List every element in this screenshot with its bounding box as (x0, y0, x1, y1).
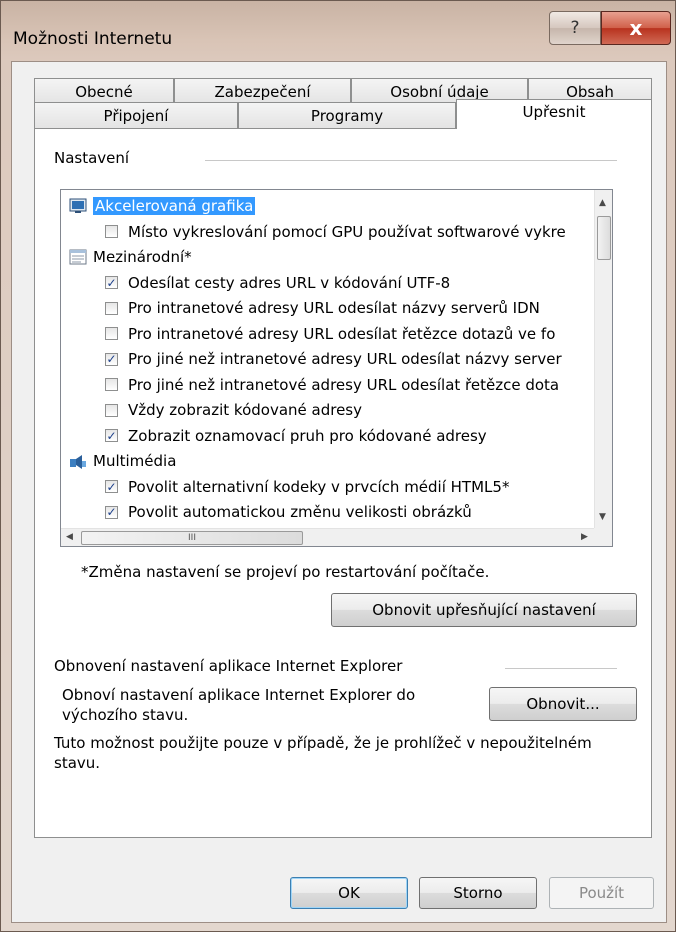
settings-category[interactable]: Mezinárodní* (69, 245, 192, 269)
settings-option[interactable]: Pro intranetové adresy URL odesílat názv… (105, 296, 540, 320)
settings-checkbox[interactable] (105, 378, 118, 391)
settings-option[interactable]: Vždy zobrazit kódované adresy (105, 398, 362, 422)
settings-option-label: Pro intranetové adresy URL odesílat řetě… (128, 324, 556, 343)
settings-option[interactable]: ✓ Povolit alternativní kodeky v prvcích m… (105, 475, 509, 499)
advanced-tab-panel: Nastavení Akcelerovaná grafika Místo vykr… (34, 128, 652, 838)
settings-checkbox[interactable]: ✓ (105, 352, 118, 366)
settings-checkbox[interactable] (105, 403, 118, 417)
settings-checkbox[interactable]: ✓ (105, 505, 118, 519)
horizontal-scroll-thumb[interactable]: III (81, 531, 303, 545)
reset-warning-line2: stavu. (54, 754, 101, 772)
settings-option-label: Povolit automatickou změnu velikosti obr… (128, 503, 472, 521)
settings-option-label: Pro jiné než intranetové adresy URL odes… (128, 375, 560, 394)
settings-category-label: Multimédia (93, 452, 177, 470)
reset-group-divider (505, 668, 617, 669)
settings-option-label: Pro jiné než intranetové adresy URL odes… (128, 350, 562, 368)
reset-description-line2: výchozího stavu. (62, 706, 189, 724)
settings-option[interactable]: ✓ Pro jiné než intranetové adresy URL ode… (105, 347, 562, 371)
monitor-icon (69, 198, 87, 214)
tab-advanced[interactable]: Upřesnit (456, 99, 652, 129)
settings-category[interactable]: Akcelerovaná grafika (69, 194, 256, 218)
settings-category[interactable]: Multimédia (69, 449, 176, 473)
reset-warning-line1: Tuto možnost použijte pouze v případě, ž… (54, 734, 592, 752)
settings-option-label: Pro intranetové adresy URL odesílat názv… (128, 299, 540, 317)
settings-checkbox[interactable]: ✓ (105, 276, 118, 289)
settings-checkbox[interactable]: ✓ (105, 480, 118, 493)
settings-option[interactable]: Pro intranetové adresy URL odesílat řetě… (105, 322, 555, 346)
scroll-right-arrow-icon[interactable]: ▶ (581, 532, 588, 542)
horizontal-scrollbar[interactable]: ◀ III ▶ (61, 528, 596, 546)
vertical-scroll-thumb[interactable] (597, 216, 611, 260)
settings-category-label: Mezinárodní* (93, 248, 192, 266)
settings-option[interactable]: Místo vykreslování pomocí GPU používat s… (105, 220, 566, 244)
dialog-window: Možnosti Internetu ? x Obecné Zabezpečen… (0, 0, 676, 932)
ok-button[interactable]: OK (290, 877, 408, 909)
document-icon (69, 249, 87, 265)
settings-group-divider (205, 160, 617, 161)
restart-note: *Změna nastavení se projeví po restartov… (81, 563, 490, 581)
settings-option-label: Povolit alternativní kodeky v prvcích mé… (128, 477, 510, 496)
scroll-down-arrow-icon[interactable]: ▼ (599, 512, 606, 522)
settings-group-label: Nastavení (54, 149, 130, 167)
scroll-left-arrow-icon[interactable]: ◀ (66, 532, 73, 542)
help-icon: ? (570, 18, 580, 38)
settings-checkbox[interactable] (105, 301, 118, 315)
checkmark-icon: ✓ (106, 275, 117, 290)
apply-button[interactable]: Použít (549, 877, 654, 909)
tab-connections[interactable]: Připojení (34, 102, 238, 129)
window-title: Možnosti Internetu (13, 29, 173, 49)
settings-option-label: Vždy zobrazit kódované adresy (128, 401, 362, 419)
settings-tree-list[interactable]: Akcelerovaná grafika Místo vykreslování p… (60, 189, 613, 547)
checkmark-icon: ✓ (106, 428, 117, 443)
checkmark-icon: ✓ (106, 352, 117, 366)
checkmark-icon: ✓ (106, 479, 117, 494)
settings-option-label: Místo vykreslování pomocí GPU používat s… (128, 222, 566, 241)
close-button[interactable]: x (601, 11, 671, 45)
scrollbar-corner (594, 528, 612, 546)
settings-category-label: Akcelerovaná grafika (93, 197, 256, 215)
multimedia-icon (69, 453, 87, 469)
settings-checkbox[interactable] (105, 327, 118, 340)
settings-checkbox[interactable]: ✓ (105, 429, 118, 442)
help-button[interactable]: ? (549, 11, 601, 45)
reset-button[interactable]: Obnovit... (489, 687, 637, 721)
settings-option[interactable]: ✓ Odesílat cesty adres URL v kódování UTF… (105, 271, 450, 295)
settings-option[interactable]: ✓ Zobrazit oznamovací pruh pro kódované a… (105, 424, 487, 448)
tab-programs[interactable]: Programy (238, 102, 456, 129)
vertical-scrollbar[interactable]: ▲ ▼ (594, 190, 612, 528)
checkmark-icon: ✓ (106, 505, 117, 519)
settings-option[interactable]: ✓ Povolit automatickou změnu velikosti ob… (105, 500, 472, 524)
close-icon: x (629, 16, 643, 40)
scroll-grip-icon: III (188, 533, 196, 543)
settings-option[interactable]: Pro jiné než intranetové adresy URL odes… (105, 373, 559, 397)
settings-checkbox[interactable] (105, 225, 118, 238)
tab-general[interactable]: Obecné (34, 78, 174, 105)
scroll-up-arrow-icon[interactable]: ▲ (599, 198, 606, 208)
tab-security[interactable]: Zabezpečení (174, 78, 351, 105)
reset-description-line1: Obnoví nastavení aplikace Internet Explo… (62, 686, 416, 704)
restore-advanced-settings-button[interactable]: Obnovit upřesňující nastavení (331, 593, 637, 627)
title-bar[interactable]: Možnosti Internetu ? x (1, 1, 676, 61)
settings-option-label: Zobrazit oznamovací pruh pro kódované ad… (128, 426, 487, 445)
settings-option-label: Odesílat cesty adres URL v kódování UTF-… (128, 273, 451, 292)
cancel-button[interactable]: Storno (419, 877, 537, 909)
reset-group-label: Obnovení nastavení aplikace Internet Exp… (54, 657, 403, 675)
dialog-body: Obecné Zabezpečení Osobní údaje Obsah Př… (11, 61, 667, 923)
